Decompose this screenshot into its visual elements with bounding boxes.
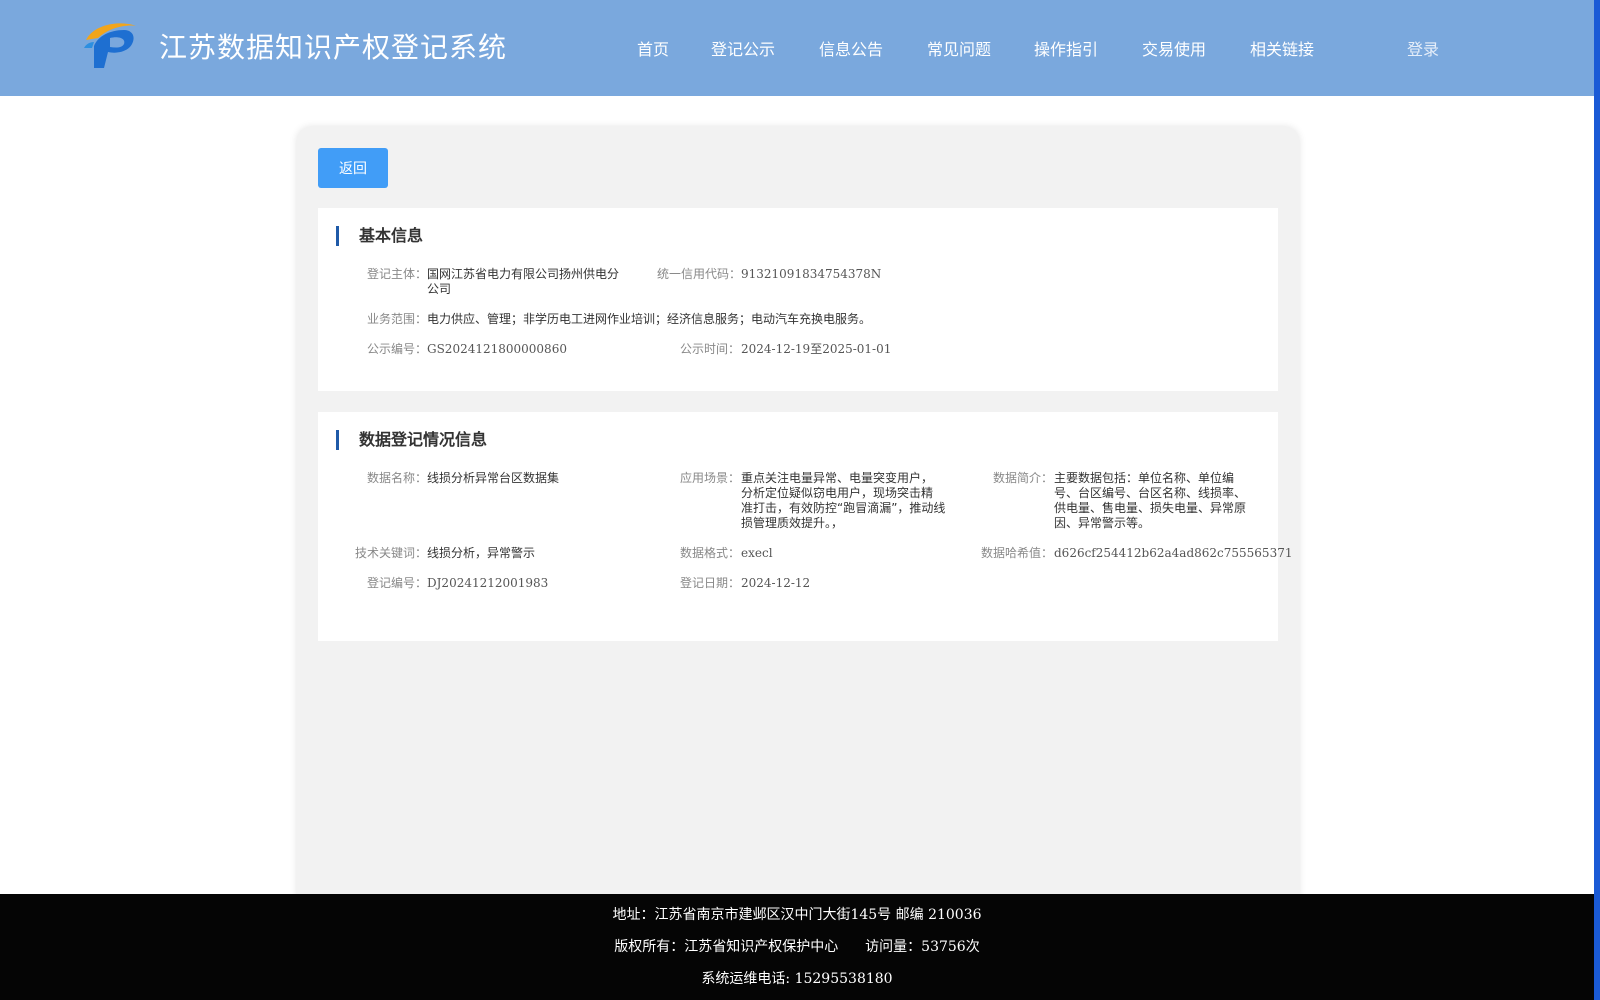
data-name-label: 数据名称： bbox=[367, 471, 428, 485]
credit-code-value: 91321091834754378N bbox=[741, 267, 882, 281]
scenario-value: 重点关注电量异常、电量突变用户， 分析定位疑似窃电用户，现场突击精 准打击，有效… bbox=[741, 471, 946, 530]
scope-value: 电力供应、管理；非学历电工进网作业培训；经济信息服务；电动汽车充换电服务。 bbox=[427, 312, 872, 326]
data-info-card: 数据登记情况信息 数据名称： 线损分析异常台区数据集 应用场景： 重点关注电量异… bbox=[318, 412, 1292, 641]
hash-label: 数据哈希值： bbox=[981, 546, 1054, 560]
login-link[interactable]: 登录 bbox=[1407, 36, 1439, 60]
notice-time-label: 公示时间： bbox=[680, 342, 741, 356]
scope-field: 业务范围： 电力供应、管理；非学历电工进网作业培训；经济信息服务；电动汽车充换电… bbox=[318, 312, 1278, 328]
basic-info-card: 基本信息 登记主体： 国网江苏省电力有限公司扬州供电分 公司 统一信用代码： 9… bbox=[318, 208, 1278, 391]
footer-visits: 访问量：53756次 bbox=[865, 939, 980, 955]
reg-date-label: 登记日期： bbox=[680, 576, 741, 590]
scenario-label: 应用场景： bbox=[680, 471, 741, 485]
nav-faq[interactable]: 常见问题 bbox=[927, 36, 991, 60]
format-value: execl bbox=[741, 546, 773, 560]
data-name-value: 线损分析异常台区数据集 bbox=[427, 471, 560, 485]
data-info-title: 数据登记情况信息 bbox=[336, 430, 487, 450]
footer-copyright-line: 版权所有：江苏省知识产权保护中心 访问量：53756次 bbox=[0, 936, 1594, 956]
footer: 地址：江苏省南京市建邺区汉中门大街145号 邮编 210036 版权所有：江苏省… bbox=[0, 894, 1594, 1000]
back-button[interactable]: 返回 bbox=[318, 148, 388, 188]
page-edge bbox=[1594, 0, 1600, 1000]
reg-row: 登记编号： DJ20241212001983 登记日期： 2024-12-12 bbox=[318, 576, 1278, 592]
notice-no-value: GS2024121800000860 bbox=[427, 342, 567, 356]
reg-no-label: 登记编号： bbox=[367, 576, 428, 590]
format-label: 数据格式： bbox=[680, 546, 741, 560]
intro-value: 主要数据包括：单位名称、单位编 号、台区编号、台区名称、线损率、 供电量、售电量… bbox=[1054, 471, 1247, 530]
footer-phone: 系统运维电话: 15295538180 bbox=[701, 971, 893, 987]
reg-date-value: 2024-12-12 bbox=[741, 576, 811, 590]
subject-field: 登记主体： 国网江苏省电力有限公司扬州供电分 公司 统一信用代码： 913210… bbox=[318, 267, 1278, 299]
notice-no-label: 公示编号： bbox=[367, 342, 428, 356]
nav-guide[interactable]: 操作指引 bbox=[1034, 36, 1098, 60]
scope-label: 业务范围： bbox=[367, 312, 428, 326]
subject-label: 登记主体： bbox=[367, 267, 428, 281]
nav-trade-use[interactable]: 交易使用 bbox=[1142, 36, 1206, 60]
keywords-label: 技术关键词： bbox=[355, 546, 428, 560]
notice-field: 公示编号： GS2024121800000860 公示时间： 2024-12-1… bbox=[318, 342, 1278, 358]
subject-value: 国网江苏省电力有限公司扬州供电分 公司 bbox=[427, 267, 620, 296]
nav-home[interactable]: 首页 bbox=[637, 36, 669, 60]
site-title: 江苏数据知识产权登记系统 bbox=[159, 31, 508, 64]
reg-no-value: DJ20241212001983 bbox=[427, 576, 549, 590]
header-bar: 江苏数据知识产权登记系统 首页 登记公示 信息公告 常见问题 操作指引 交易使用… bbox=[0, 0, 1594, 96]
intro-label: 数据简介： bbox=[993, 471, 1054, 485]
footer-copyright: 版权所有：江苏省知识产权保护中心 bbox=[614, 939, 839, 955]
notice-time-value: 2024-12-19至2025-01-01 bbox=[741, 342, 892, 356]
data-name-row: 数据名称： 线损分析异常台区数据集 应用场景： 重点关注电量异常、电量突变用户，… bbox=[318, 471, 1278, 535]
basic-info-title: 基本信息 bbox=[336, 226, 423, 246]
logo-icon bbox=[84, 23, 136, 68]
keywords-value: 线损分析，异常警示 bbox=[427, 546, 536, 560]
hash-value: d626cf254412b62a4ad862c755565371 bbox=[1054, 546, 1293, 560]
nav-related-links[interactable]: 相关链接 bbox=[1250, 36, 1314, 60]
nav-announcements[interactable]: 信息公告 bbox=[819, 36, 883, 60]
keywords-row: 技术关键词： 线损分析，异常警示 数据格式： execl 数据哈希值： d626… bbox=[318, 546, 1292, 562]
nav-registration-notice[interactable]: 登记公示 bbox=[711, 36, 775, 60]
footer-address: 地址：江苏省南京市建邺区汉中门大街145号 邮编 210036 bbox=[612, 907, 982, 923]
credit-code-label: 统一信用代码： bbox=[657, 267, 742, 281]
